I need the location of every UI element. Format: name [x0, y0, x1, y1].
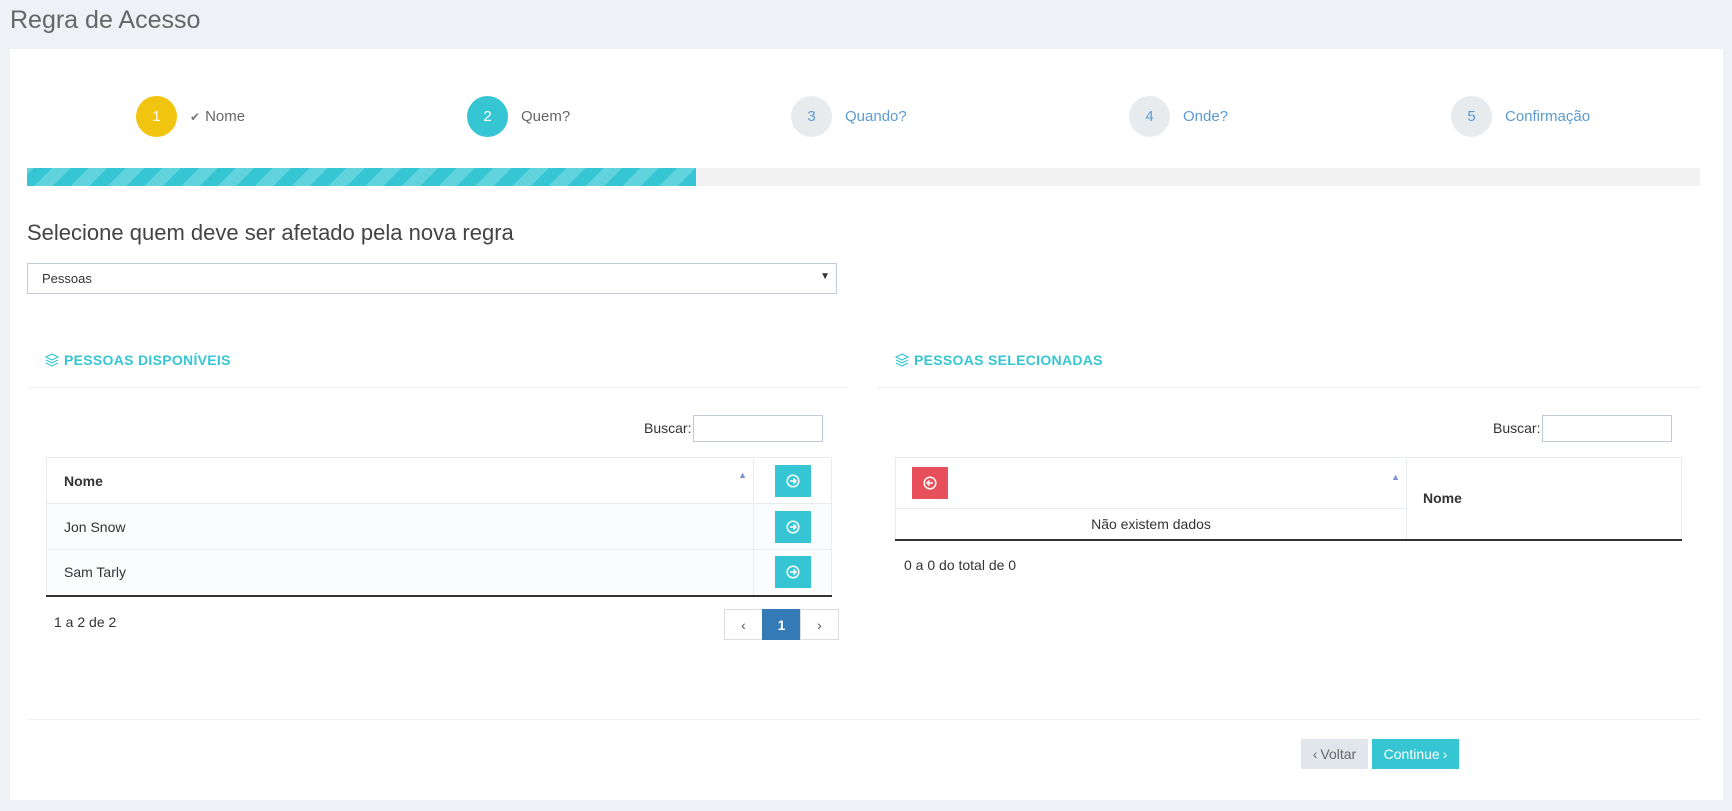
wizard-step-5[interactable]: 5 Confirmação [1451, 95, 1590, 137]
arrow-circle-left-icon [923, 476, 937, 490]
arrow-circle-right-icon [785, 473, 800, 488]
step-number-badge: 2 [467, 95, 508, 137]
step-label: Onde? [1183, 107, 1229, 125]
column-header-name[interactable]: Nome ▲ [46, 457, 754, 504]
selected-table: ▲ Nome Não existem dados [895, 457, 1682, 541]
cell-name: Jon Snow [46, 503, 754, 550]
table-info: 1 a 2 de 2 [54, 614, 117, 630]
layers-icon [895, 353, 909, 367]
chevron-right-icon: › [1442, 746, 1448, 762]
wizard-panel: 1 ✔ Nome 2 Quem? 3 Quando? 4 Onde? 5 Conf… [10, 49, 1723, 800]
search-label: Buscar: [644, 420, 692, 436]
continue-button[interactable]: Continue › [1372, 739, 1459, 769]
wizard-step-2[interactable]: 2 Quem? [467, 95, 570, 137]
divider [877, 387, 1700, 388]
caret-down-icon: ▼ [820, 271, 830, 282]
section-heading: Selecione quem deve ser afetado pela nov… [27, 220, 514, 245]
target-type-select[interactable]: Pessoas ▼ [27, 263, 837, 294]
empty-message: Não existem dados [895, 508, 1407, 540]
search-label: Buscar: [1493, 420, 1541, 436]
pagination-prev[interactable]: ‹ [724, 609, 763, 640]
arrow-circle-right-icon [785, 565, 800, 579]
selected-portlet-title: PESSOAS SELECIONADAS [895, 352, 1103, 368]
wizard-step-3[interactable]: 3 Quando? [791, 95, 907, 137]
portlet-title-text: PESSOAS SELECIONADAS [914, 352, 1103, 368]
table-row[interactable]: Jon Snow [46, 503, 832, 550]
table-header-row: ▲ Nome [895, 457, 1682, 540]
wizard-step-4[interactable]: 4 Onde? [1129, 95, 1228, 137]
table-header-row: Nome ▲ [46, 457, 832, 504]
pagination: ‹ 1 › [724, 609, 839, 640]
step-label: Quem? [521, 107, 571, 125]
portlet-title-text: PESSOAS DISPONÍVEIS [64, 352, 231, 368]
step-number-badge: 1 [136, 95, 177, 137]
divider [27, 387, 849, 388]
add-person-button[interactable] [774, 510, 811, 543]
select-value: Pessoas [42, 271, 92, 286]
move-all-button[interactable] [774, 464, 811, 497]
pagination-page[interactable]: 1 [762, 609, 801, 640]
wizard-step-1[interactable]: 1 ✔ Nome [136, 95, 245, 137]
check-icon: ✔ [190, 109, 201, 124]
available-table: Nome ▲ Jon Snow Sam Tarly [46, 457, 832, 597]
step-number-badge: 4 [1129, 95, 1170, 137]
step-label: Quando? [845, 107, 907, 125]
progress-fill [27, 168, 697, 186]
column-header-name[interactable]: Nome [1406, 457, 1682, 540]
wizard-progress-bar [27, 168, 1700, 186]
table-row[interactable]: Sam Tarly [46, 549, 832, 596]
available-search-input[interactable] [693, 415, 823, 442]
sort-asc-icon: ▲ [738, 470, 747, 480]
chevron-left-icon: ‹ [1312, 746, 1318, 762]
back-button[interactable]: ‹ Voltar [1301, 739, 1368, 769]
cell-name: Sam Tarly [46, 549, 754, 596]
add-person-button[interactable] [774, 556, 811, 589]
footer-divider [27, 719, 1700, 720]
step-label: Confirmação [1505, 107, 1591, 125]
layers-icon [45, 353, 59, 367]
pagination-next[interactable]: › [800, 609, 839, 640]
sort-asc-icon: ▲ [1391, 472, 1400, 482]
available-portlet-title: PESSOAS DISPONÍVEIS [45, 352, 231, 368]
selected-search-input[interactable] [1542, 415, 1672, 442]
arrow-circle-right-icon [785, 519, 800, 534]
remove-all-button[interactable] [912, 467, 948, 499]
step-number-badge: 3 [791, 95, 832, 137]
step-label: Nome [205, 107, 246, 125]
step-number-badge: 5 [1451, 95, 1492, 137]
page-title: Regra de Acesso [10, 6, 201, 34]
table-info: 0 a 0 do total de 0 [904, 557, 1017, 573]
